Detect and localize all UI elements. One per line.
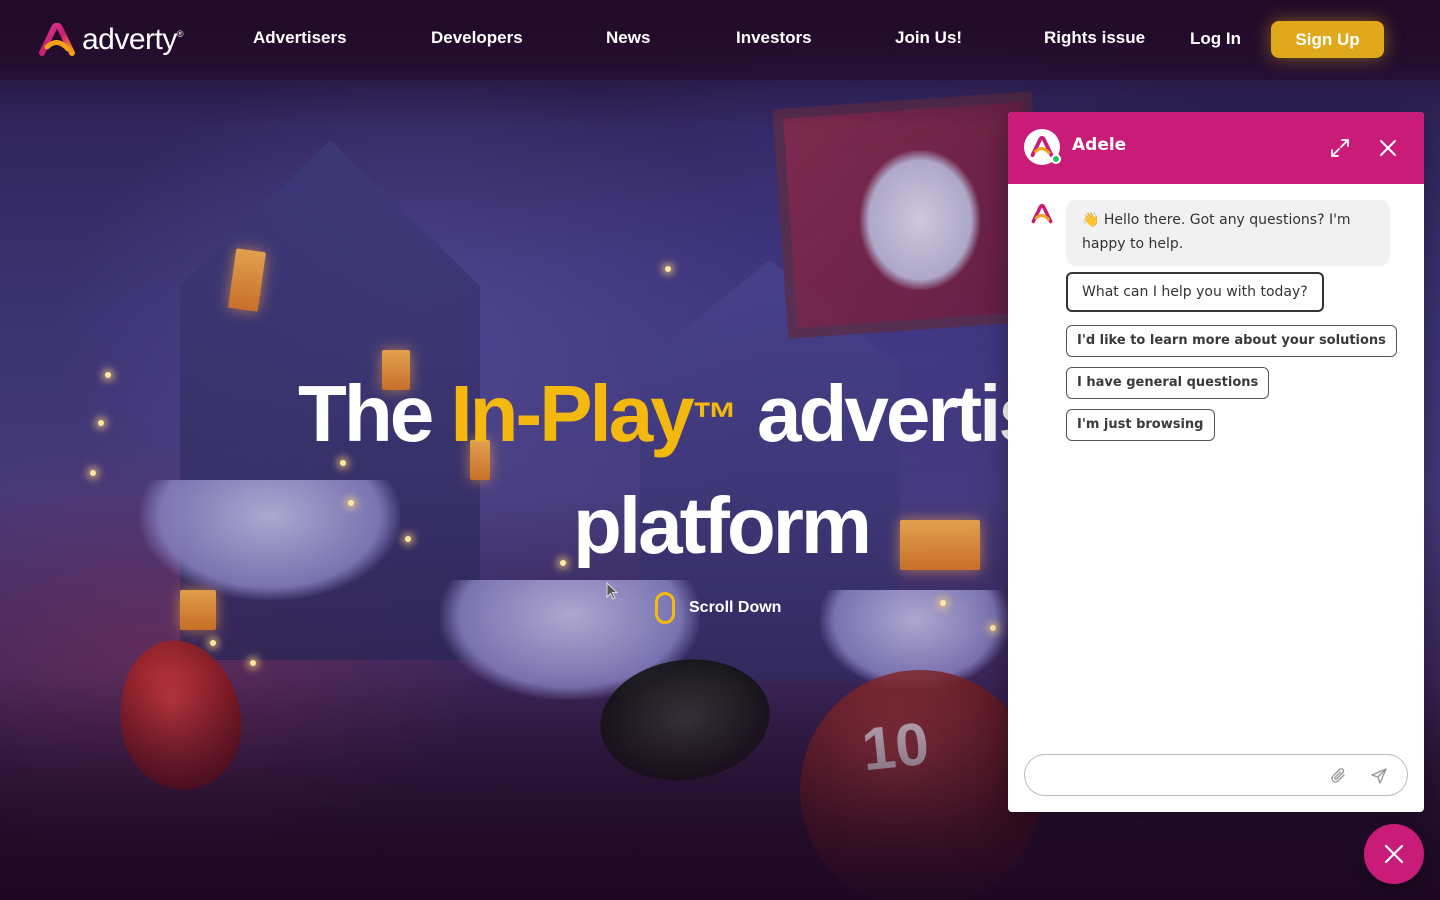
quick-reply-solutions[interactable]: I'd like to learn more about your soluti… (1066, 325, 1397, 357)
paperclip-icon (1331, 768, 1345, 783)
online-status-indicator (1051, 154, 1061, 164)
login-link[interactable]: Log In (1190, 29, 1241, 49)
nav-developers[interactable]: Developers (431, 28, 523, 48)
logo[interactable]: adverty® (38, 22, 184, 58)
nav-investors[interactable]: Investors (736, 28, 812, 48)
adverty-logo-icon (1030, 136, 1054, 158)
signup-button[interactable]: Sign Up (1271, 21, 1384, 58)
scroll-down[interactable]: Scroll Down (655, 592, 781, 624)
expand-chat-button[interactable] (1328, 136, 1352, 160)
prompt-message: What can I help you with today? (1066, 272, 1324, 312)
close-chat-button[interactable] (1376, 136, 1400, 160)
attach-button[interactable] (1328, 765, 1350, 787)
hero-headline: The In-Play™ advertising platform (298, 358, 1018, 568)
nav-advertisers[interactable]: Advertisers (253, 28, 347, 48)
mouse-cursor-icon (606, 582, 619, 600)
agent-name: Adele (1072, 135, 1127, 155)
headline-suffix: advertising (756, 369, 1018, 458)
quick-reply-just-browsing[interactable]: I'm just browsing (1066, 409, 1215, 441)
top-nav: adverty® Advertisers Developers News Inv… (0, 0, 1440, 80)
agent-avatar (1024, 129, 1061, 165)
send-icon (1371, 768, 1387, 784)
adverty-logo-icon (39, 23, 75, 56)
chat-composer (1024, 754, 1408, 796)
headline-accent: In-Play (450, 369, 694, 458)
chat-toggle-button[interactable] (1364, 824, 1424, 884)
mouse-scroll-icon (655, 592, 675, 624)
chat-widget: Adele 👋 Hello there. Got any questions? … (1008, 112, 1424, 812)
bot-avatar (1028, 200, 1056, 228)
logo-wordmark: adverty® (82, 23, 184, 56)
hero-headline-line2: platform (573, 481, 872, 568)
quick-reply-general-questions[interactable]: I have general questions (1066, 367, 1270, 399)
headline-prefix: The (298, 369, 451, 458)
nav-join-us[interactable]: Join Us! (895, 28, 962, 48)
expand-icon (1331, 139, 1349, 157)
close-icon (1380, 140, 1396, 156)
chat-transcript: 👋 Hello there. Got any questions? I'm ha… (1008, 184, 1424, 744)
chat-header: Adele (1008, 112, 1424, 184)
adverty-logo-icon (1031, 204, 1053, 224)
nav-news[interactable]: News (606, 28, 650, 48)
close-icon (1384, 844, 1404, 864)
hero-headline-line1: The In-Play™ advertising (298, 358, 1018, 470)
greeting-message: 👋 Hello there. Got any questions? I'm ha… (1066, 200, 1390, 266)
chat-message-input[interactable] (1041, 763, 1321, 787)
nav-rights-issue[interactable]: Rights issue (1044, 28, 1145, 48)
scroll-down-label: Scroll Down (689, 599, 782, 616)
headline-trademark: ™ (691, 392, 738, 444)
send-button[interactable] (1368, 765, 1390, 787)
